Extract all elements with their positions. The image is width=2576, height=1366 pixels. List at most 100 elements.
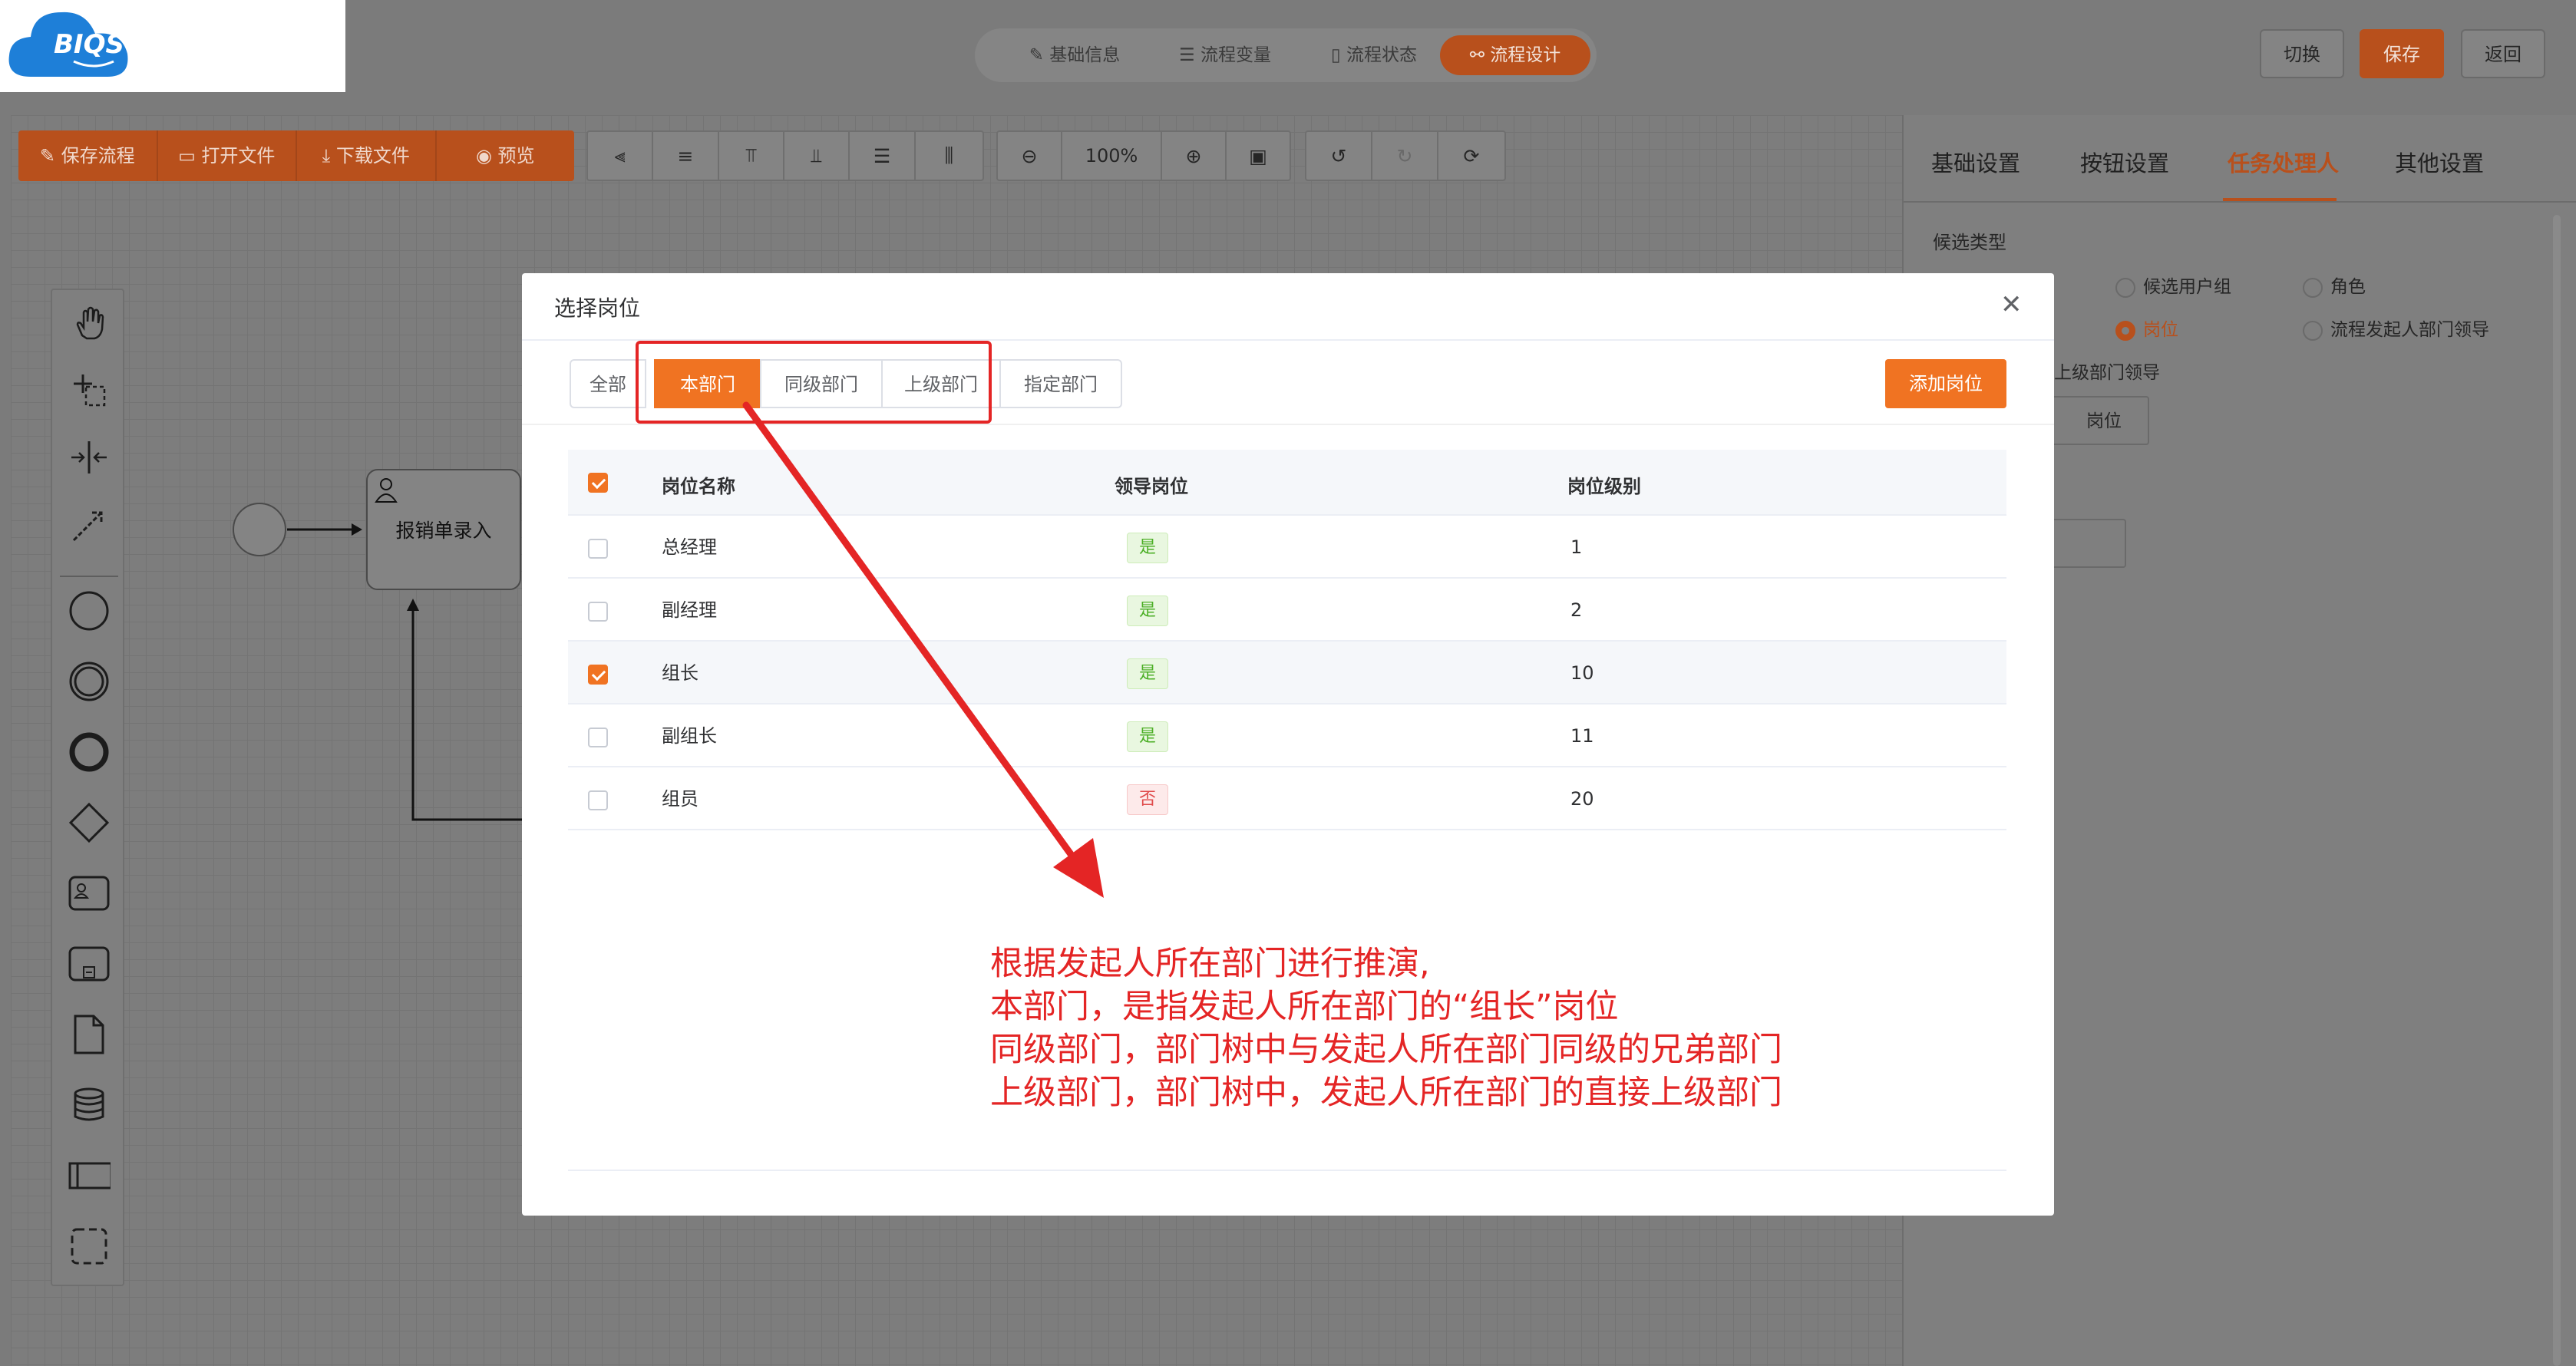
add-post-button[interactable]: 添加岗位 [1885, 359, 2006, 408]
data-store-icon[interactable] [68, 1084, 111, 1127]
download-icon: ⤓ [322, 145, 336, 167]
reset-icon[interactable]: ⟳ [1438, 132, 1504, 180]
post-name: 组长 [662, 662, 698, 684]
zoom-in-icon[interactable]: ⊕ [1162, 132, 1227, 180]
start-event-icon[interactable] [68, 589, 111, 632]
arrow-head-icon [352, 523, 362, 536]
row-checkbox[interactable] [588, 790, 608, 810]
row-checkbox[interactable] [588, 539, 608, 559]
post-level: 1 [1570, 536, 1583, 558]
tab-basic-info[interactable]: ✎ 基础信息 [1009, 35, 1141, 75]
design-icon: ⚯ [1469, 45, 1491, 65]
align-middle-icon[interactable]: ☰ [850, 132, 916, 180]
row-checkbox[interactable] [588, 602, 608, 622]
row-checkbox[interactable] [588, 665, 608, 685]
group-icon[interactable] [68, 1225, 111, 1268]
tab-flow-status[interactable]: ▯ 流程状态 [1308, 35, 1440, 75]
task-label: 报销单录入 [395, 520, 492, 542]
sub-process-icon[interactable] [68, 942, 111, 985]
radio-icon [2303, 320, 2323, 341]
post-level: 10 [1570, 662, 1594, 684]
post-level: 20 [1570, 788, 1594, 810]
edit-icon: ✎ [39, 145, 61, 167]
annotation-line: 同级部门，部门树中与发起人所在部门同级的兄弟部门 [990, 1031, 1782, 1069]
post-level: 2 [1570, 599, 1583, 621]
select-all-checkbox[interactable] [588, 473, 608, 493]
align-top-icon[interactable]: ⫪ [719, 132, 785, 180]
leader-badge: 是 [1127, 533, 1168, 563]
segment-all[interactable]: 全部 [570, 359, 646, 408]
start-event-node[interactable] [233, 503, 286, 556]
pool-icon[interactable] [68, 1154, 111, 1197]
palette-divider [60, 576, 118, 577]
download-file-button[interactable]: ⤓ 下载文件 [297, 130, 437, 181]
step-tabs: ✎ 基础信息 ☰ 流程变量 ▯ 流程状态 ⚯ 流程设计 [975, 28, 1597, 82]
history-toolbar: ↺ ↻ ⟳ [1305, 130, 1506, 181]
zoom-toolbar: ⊖ 100% ⊕ ▣ [996, 130, 1291, 181]
tab-basic-settings[interactable]: 基础设置 [1931, 146, 2020, 178]
save-button[interactable]: 保存 [2360, 29, 2444, 78]
smile-curve-icon [73, 60, 114, 68]
empty-input[interactable] [2042, 519, 2126, 568]
radio-icon [2303, 277, 2323, 298]
preview-button[interactable]: ◉ 预览 [437, 130, 575, 181]
space-tool-icon[interactable] [68, 436, 111, 479]
eye-icon: ◉ [475, 145, 498, 167]
option-role[interactable]: 角色 [2303, 272, 2366, 298]
connect-tool-icon[interactable] [68, 503, 111, 546]
radio-checked-icon [2115, 320, 2135, 341]
leader-badge: 是 [1127, 658, 1168, 689]
undo-icon[interactable]: ↺ [1306, 132, 1372, 180]
gateway-icon[interactable] [68, 801, 111, 844]
panel-scrollbar[interactable] [2553, 215, 2561, 1366]
variable-icon: ☰ [1179, 45, 1200, 65]
annotation-text: 根据发起人所在部门进行推演, 本部门，是指发起人所在部门的“组长”岗位 同级部门… [990, 942, 1988, 1114]
post-name: 副经理 [662, 599, 717, 621]
back-button[interactable]: 返回 [2461, 29, 2545, 78]
tab-button-settings[interactable]: 按钮设置 [2080, 146, 2169, 178]
column-header: 岗位名称 [662, 476, 735, 497]
tabs-divider [1904, 201, 2576, 203]
post-level: 11 [1570, 725, 1594, 747]
option-user-group[interactable]: 候选用户组 [2115, 272, 2231, 298]
post-select-button[interactable]: 岗位 [2042, 396, 2149, 445]
end-event-icon[interactable] [68, 731, 111, 774]
tab-assignee[interactable]: 任务处理人 [2228, 146, 2339, 178]
logo-text: BIQS [54, 29, 124, 60]
lasso-tool-icon[interactable] [68, 368, 111, 411]
tab-flow-design[interactable]: ⚯ 流程设计 [1440, 35, 1590, 75]
user-task-icon[interactable] [68, 872, 111, 915]
intermediate-event-icon[interactable] [68, 660, 111, 703]
radio-icon [2115, 277, 2135, 298]
zoom-level: 100% [1062, 132, 1162, 180]
option-dept-leader[interactable]: 流程发起人部门领导 [2303, 315, 2489, 341]
close-icon[interactable]: ✕ [2000, 292, 2023, 318]
open-file-button[interactable]: ▭ 打开文件 [158, 130, 297, 181]
column-header: 领导岗位 [1115, 476, 1188, 497]
return-flow[interactable] [411, 603, 444, 821]
file-toolbar: ✎ 保存流程 ▭ 打开文件 ⤓ 下载文件 ◉ 预览 [18, 130, 574, 181]
align-center-icon[interactable]: ≡ [653, 132, 719, 180]
table-footer-line [568, 1170, 2006, 1171]
zoom-out-icon[interactable]: ⊖ [998, 132, 1062, 180]
post-name: 副组长 [662, 725, 717, 747]
hand-tool-icon[interactable] [68, 301, 111, 344]
tab-other-settings[interactable]: 其他设置 [2395, 146, 2484, 178]
fit-view-icon[interactable]: ▣ [1227, 132, 1290, 180]
annotation-line: 本部门，是指发起人所在部门的“组长”岗位 [990, 988, 1619, 1026]
switch-button[interactable]: 切换 [2260, 29, 2344, 78]
element-palette [51, 289, 124, 1286]
redo-icon[interactable]: ↻ [1372, 132, 1438, 180]
doc-edit-icon: ✎ [1029, 45, 1050, 65]
flow-diagram [233, 469, 545, 821]
tab-flow-variables[interactable]: ☰ 流程变量 [1159, 35, 1291, 75]
row-checkbox[interactable] [588, 728, 608, 747]
align-bottom-icon[interactable]: ⫫ [784, 132, 850, 180]
post-name: 组员 [662, 788, 698, 810]
align-distribute-icon[interactable]: ⫼ [916, 132, 983, 180]
option-post[interactable]: 岗位 [2115, 315, 2178, 341]
leader-badge: 否 [1127, 784, 1168, 815]
align-left-icon[interactable]: ⫷ [588, 132, 654, 180]
data-object-icon[interactable] [68, 1013, 111, 1056]
save-flow-button[interactable]: ✎ 保存流程 [18, 130, 158, 181]
